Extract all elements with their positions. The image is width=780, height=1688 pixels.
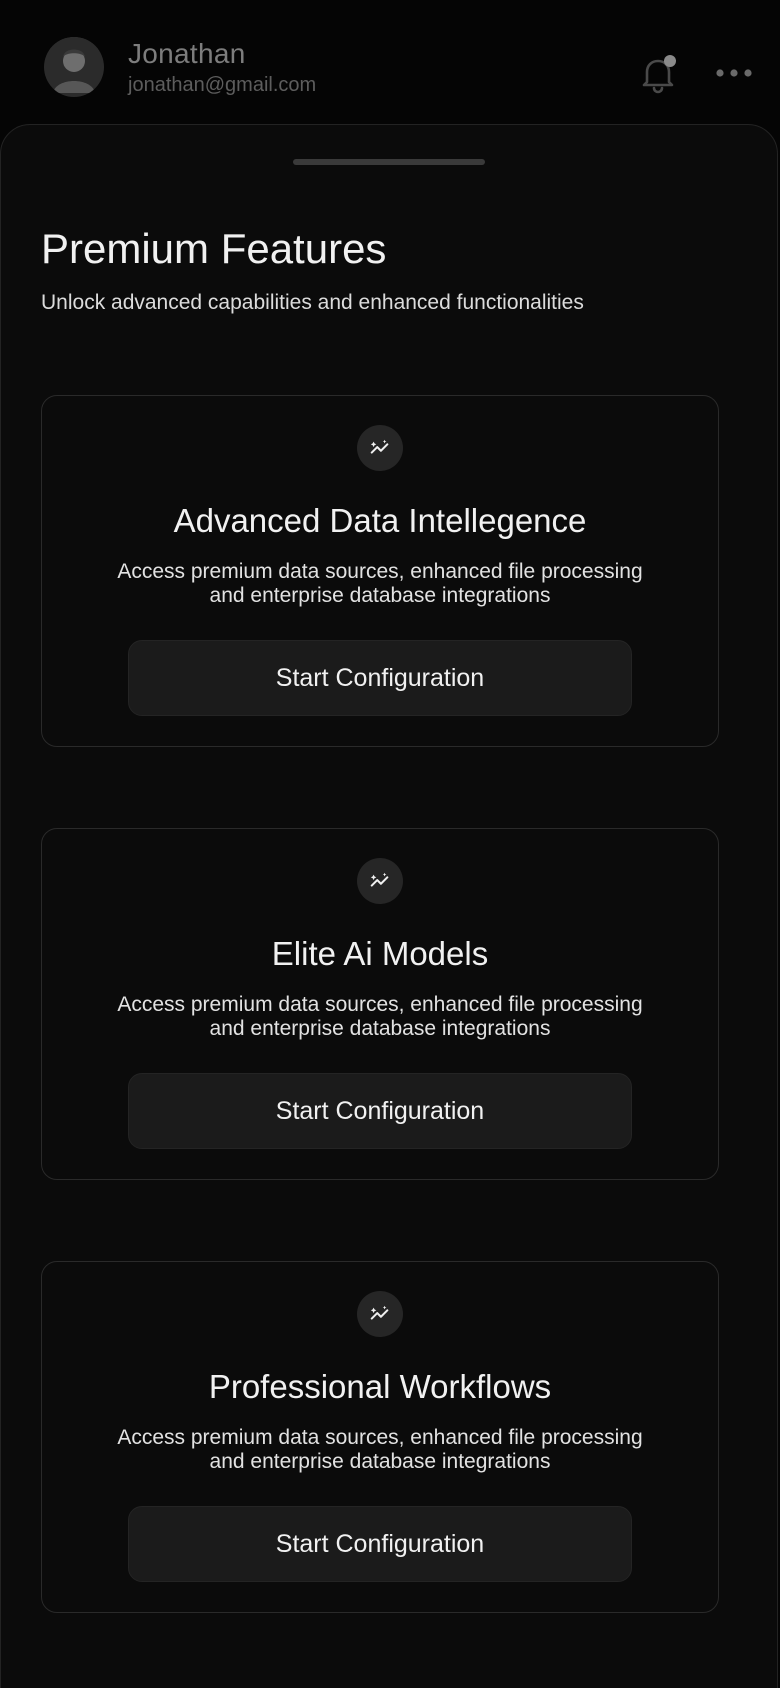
avatar-image — [44, 37, 104, 97]
app-screen: Jonathan jonathan@gmail.com Premium Feat… — [0, 0, 780, 1688]
sparkle-trend-icon — [357, 858, 403, 904]
more-options-icon[interactable] — [714, 60, 754, 86]
user-name: Jonathan — [128, 38, 246, 69]
page-subtitle: Unlock advanced capabilities and enhance… — [41, 291, 584, 314]
start-configuration-button[interactable]: Start Configuration — [128, 1073, 632, 1149]
page-title: Premium Features — [41, 225, 387, 272]
feature-card-professional-workflows: Professional Workflows Access premium da… — [41, 1261, 719, 1613]
feature-title: Professional Workflows — [208, 1368, 552, 1405]
feature-title: Elite Ai Models — [271, 935, 489, 972]
feature-description: Access premium data sources, enhanced fi… — [117, 560, 643, 607]
start-configuration-button[interactable]: Start Configuration — [128, 640, 632, 716]
start-configuration-button[interactable]: Start Configuration — [128, 1506, 632, 1582]
premium-features-sheet: Premium Features Unlock advanced capabil… — [0, 124, 778, 1688]
avatar[interactable] — [44, 37, 104, 97]
profile-header: Jonathan jonathan@gmail.com — [0, 0, 780, 124]
sheet-drag-handle[interactable] — [293, 159, 485, 165]
sparkle-trend-icon — [357, 425, 403, 471]
user-email: jonathan@gmail.com — [128, 74, 317, 96]
feature-card-elite-ai: Elite Ai Models Access premium data sour… — [41, 828, 719, 1180]
bell-icon[interactable] — [640, 54, 676, 94]
feature-description: Access premium data sources, enhanced fi… — [117, 993, 643, 1040]
feature-card-advanced-data: Advanced Data Intellegence Access premiu… — [41, 395, 719, 747]
sparkle-trend-icon — [357, 1291, 403, 1337]
feature-description: Access premium data sources, enhanced fi… — [117, 1426, 643, 1473]
feature-title: Advanced Data Intellegence — [173, 502, 587, 539]
notification-dot — [664, 55, 676, 67]
